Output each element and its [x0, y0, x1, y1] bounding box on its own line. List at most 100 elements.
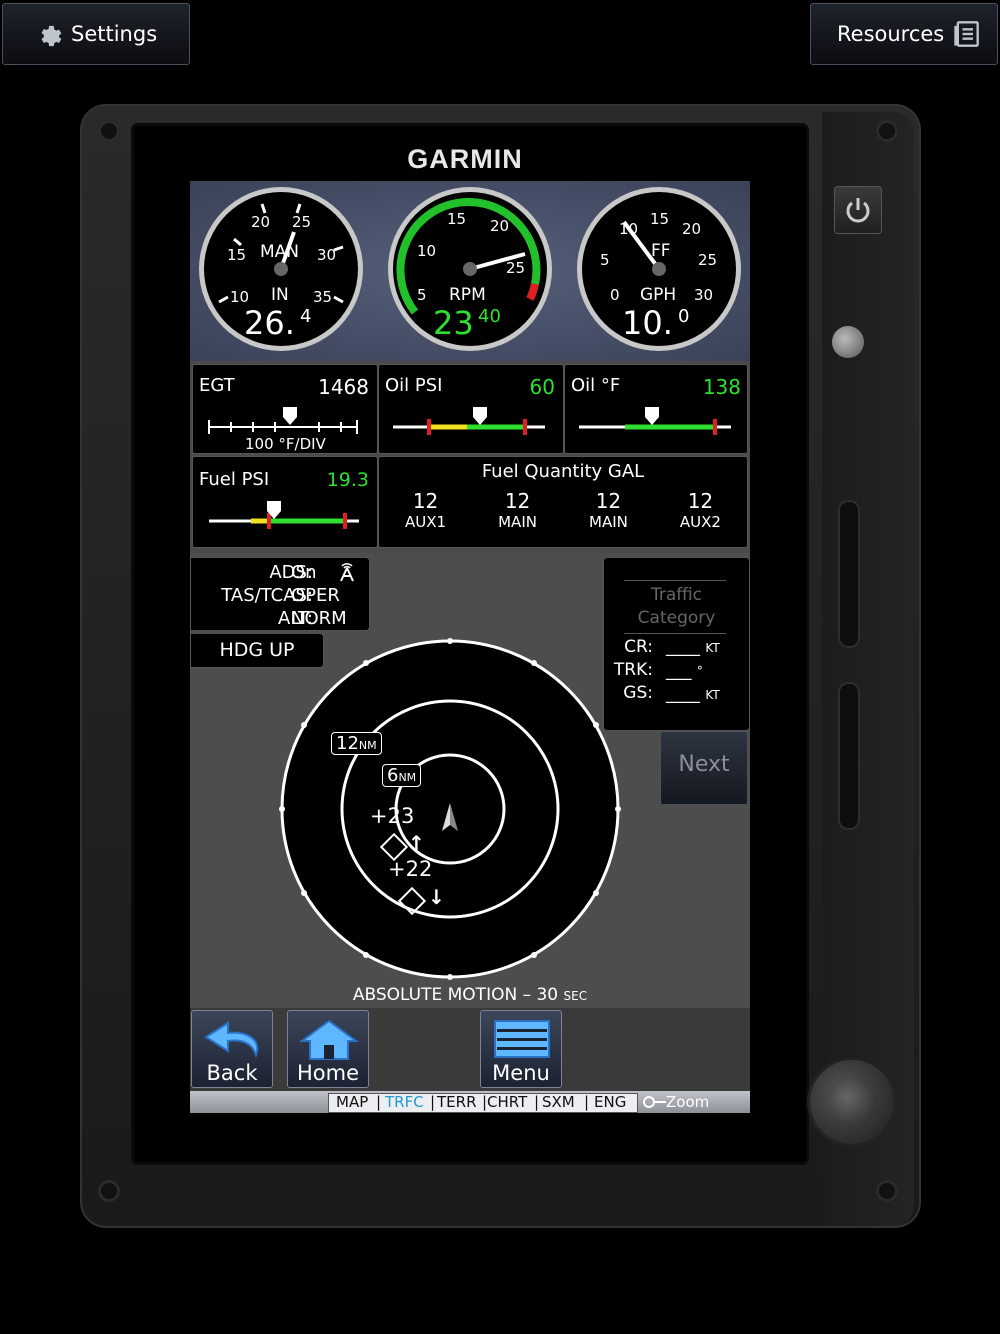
cr-label: CR:: [624, 637, 653, 657]
settings-button[interactable]: Settings: [2, 3, 190, 65]
bezel-grip-lower: [838, 682, 860, 830]
fuel-tank-name: AUX1: [405, 513, 447, 531]
screw-icon: [98, 120, 120, 142]
ff-tick-label: 25: [698, 251, 717, 269]
light-sensor: [832, 326, 864, 358]
man-tick-label: 20: [251, 213, 270, 231]
resources-button[interactable]: Resources: [810, 3, 998, 65]
settings-label: Settings: [71, 22, 158, 46]
manifold-pressure-gauge: 10 15 20 25 30 35 MAN IN 26. 4: [199, 187, 363, 351]
rpm-tick-label: 10: [417, 242, 436, 260]
home-icon: [298, 1019, 360, 1060]
zoom-knob-inner[interactable]: [827, 1077, 877, 1127]
tab-sxm[interactable]: SXM: [542, 1093, 575, 1111]
fuel-quantity-panel: Fuel Quantity GAL 12 AUX1 12 MAIN 12 MAIN 1…: [378, 456, 748, 548]
cr-value: ____: [666, 637, 700, 657]
menu-label: Menu: [492, 1061, 550, 1085]
power-button[interactable]: [834, 186, 882, 234]
back-button[interactable]: Back: [191, 1010, 273, 1088]
tab-map[interactable]: MAP: [336, 1093, 368, 1111]
page-tab-bar: MAP | TRFC | TERR | CHRT | SXM | ENG Zoo…: [190, 1091, 750, 1113]
fuel-psi-scale: [209, 501, 359, 529]
egt-label: EGT: [199, 375, 235, 396]
traffic-target-trend: ↑: [408, 831, 425, 855]
fuel-psi-value: 19.3: [326, 469, 369, 491]
man-value-fraction: 4: [300, 306, 311, 327]
gs-value: ____: [666, 684, 700, 704]
egt-panel: EGT 1468 100 °F/DIV: [192, 364, 378, 454]
range-inner-unit: NM: [398, 771, 417, 784]
traffic-status-box: ADS: TAS/TCAS: ALT: On OPER NORM: [190, 557, 370, 631]
ff-unit: GPH: [640, 285, 676, 305]
tab-traffic[interactable]: TRFC: [385, 1093, 424, 1111]
man-title: MAN: [260, 242, 299, 262]
oil-temp-label: Oil °F: [571, 375, 621, 396]
rpm-value-fraction: 40: [478, 306, 501, 327]
fuel-psi-panel: Fuel PSI 19.3: [192, 456, 378, 548]
trk-label: TRK:: [613, 660, 653, 680]
tab-chart[interactable]: CHRT: [487, 1093, 527, 1111]
zoom-label: Zoom: [666, 1093, 710, 1111]
power-icon: [846, 198, 870, 223]
ff-tick-label: 15: [650, 210, 669, 228]
ff-tick-label: 0: [610, 286, 620, 304]
motion-mode-text: ABSOLUTE MOTION – 30: [352, 985, 559, 1005]
ff-tick-label: 30: [694, 286, 713, 304]
man-value: 26.: [244, 304, 295, 342]
bottom-button-bar: [190, 1008, 750, 1091]
display-screen: 10 15 20 25 30 35 MAN IN 26. 4 5 10 15 2…: [190, 181, 750, 1113]
traffic-info-box: Traffic Category CR: TRK: GS: ____ KT __…: [603, 557, 750, 731]
traffic-target-altitude: +23: [370, 804, 415, 828]
oil-psi-pointer: [473, 407, 487, 425]
ff-title: FF: [651, 241, 671, 261]
oil-psi-value: 60: [529, 375, 555, 399]
screw-icon: [876, 120, 898, 142]
range-label-inner: 6NM: [382, 764, 422, 787]
traffic-radar[interactable]: [274, 633, 626, 985]
rpm-tick-label: 15: [447, 210, 466, 228]
home-label: Home: [296, 1061, 359, 1085]
gear-icon: [41, 25, 62, 47]
fuel-tank-aux1: 12 AUX1: [405, 489, 446, 531]
tab-terrain[interactable]: TERR: [437, 1093, 477, 1111]
range-outer-value: 12: [336, 733, 359, 754]
tab-engine[interactable]: ENG: [594, 1093, 626, 1111]
bezel-control-strip: [822, 112, 914, 1226]
traffic-category-label: Traffic Category: [637, 585, 716, 628]
motion-mode-unit: SEC: [563, 989, 588, 1003]
cr-unit: KT: [705, 641, 720, 655]
gs-unit: KT: [705, 688, 720, 702]
fuel-tank-name: MAIN: [498, 513, 537, 531]
menu-button[interactable]: Menu: [480, 1010, 562, 1088]
trk-value: ___: [666, 661, 692, 681]
oil-temp-pointer: [645, 407, 659, 425]
knob-indicator-icon: [643, 1096, 666, 1108]
fuel-flow-gauge: 0 5 10 15 20 25 30 FF GPH 10. 0: [577, 187, 741, 351]
back-arrow-icon: [204, 1021, 259, 1058]
traffic-target-altitude: +22: [388, 857, 433, 881]
rpm-tick-label: 5: [417, 286, 427, 304]
man-tick-label: 35: [313, 288, 332, 306]
trk-unit: °: [696, 664, 703, 678]
rpm-tick-label: 25: [506, 259, 525, 277]
document-list-icon: [954, 21, 980, 47]
oil-temp-scale: [579, 407, 731, 435]
oil-temp-value: 138: [702, 375, 741, 399]
man-tick-label: 30: [317, 246, 336, 264]
fuel-tank-main-left: 12 MAIN: [498, 489, 537, 531]
back-label: Back: [206, 1061, 258, 1085]
traffic-target-trend: ↓: [428, 885, 445, 909]
egt-value: 1468: [318, 375, 369, 399]
fuel-psi-label: Fuel PSI: [199, 469, 270, 490]
fuel-tank-value: 12: [504, 489, 531, 513]
menu-list-icon: [494, 1020, 550, 1058]
egt-scale-label: 100 °F/DIV: [245, 435, 326, 453]
fuel-quantity-title: Fuel Quantity GAL: [481, 461, 645, 482]
next-button[interactable]: Next: [660, 731, 748, 805]
home-button[interactable]: Home: [287, 1010, 369, 1088]
zoom-knob[interactable]: [810, 1060, 894, 1144]
man-tick-label: 25: [292, 213, 311, 231]
next-label: Next: [678, 752, 730, 777]
ff-tick-label: 5: [600, 251, 610, 269]
screw-icon: [876, 1180, 898, 1202]
